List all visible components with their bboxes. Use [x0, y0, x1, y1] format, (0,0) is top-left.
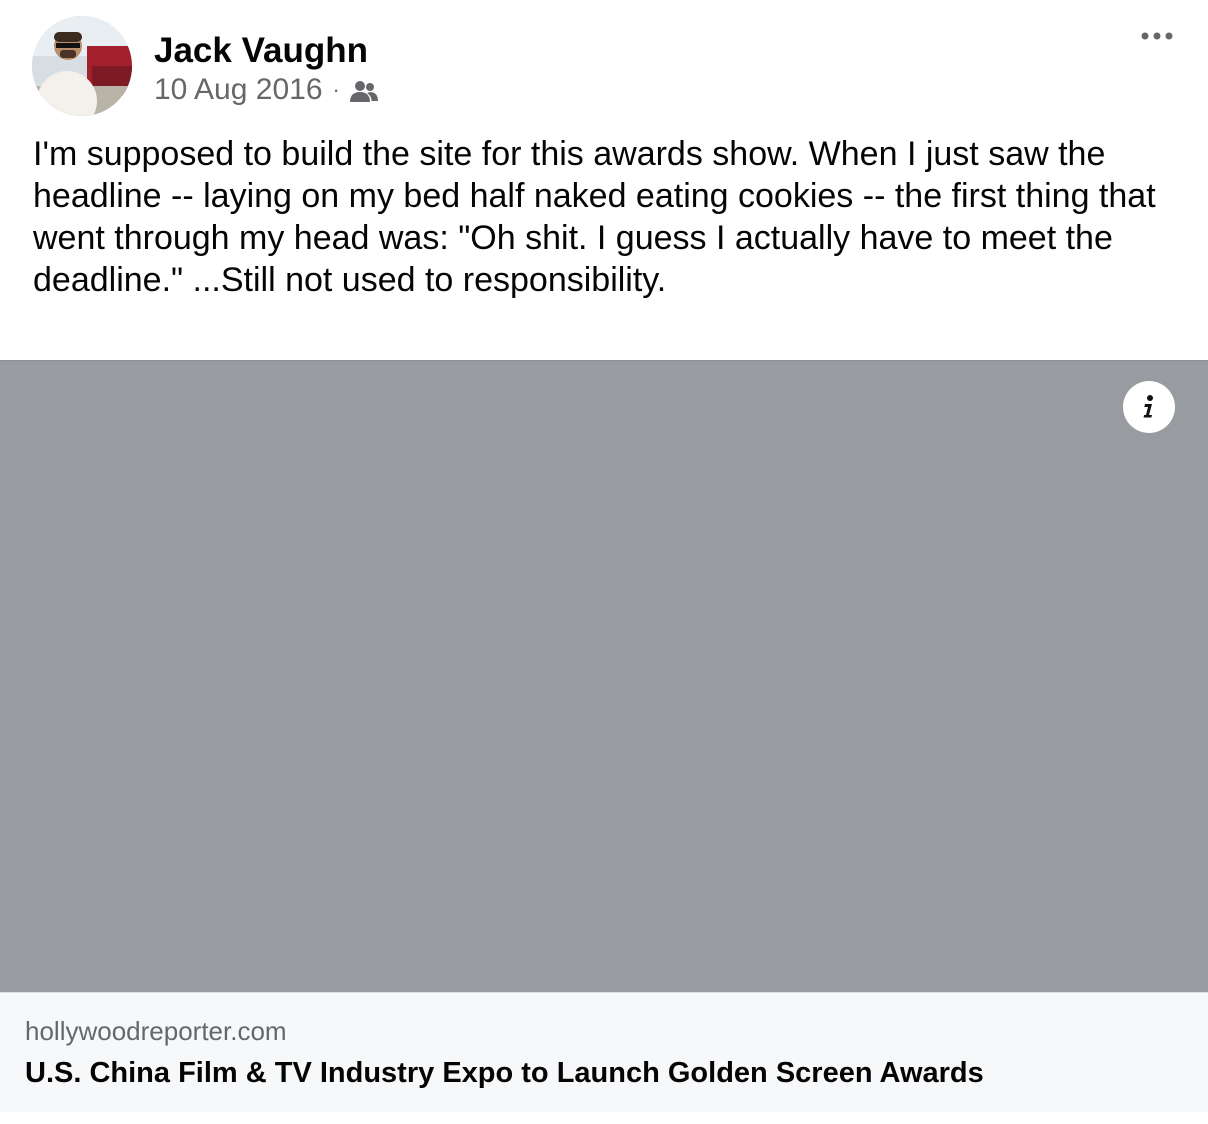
post-card: Jack Vaughn 10 Aug 2016 · I'm supposed t… [0, 0, 1208, 1124]
avatar-photo [32, 16, 132, 116]
post-date[interactable]: 10 Aug 2016 [154, 73, 323, 107]
post-meta: 10 Aug 2016 · [154, 72, 379, 108]
info-button[interactable] [1123, 381, 1175, 433]
link-preview-footer[interactable]: hollywoodreporter.com U.S. China Film & … [0, 992, 1208, 1112]
info-icon [1143, 395, 1153, 418]
post-text: I'm supposed to build the site for this … [33, 135, 1156, 299]
link-title[interactable]: U.S. China Film & TV Industry Expo to La… [25, 1055, 984, 1091]
link-domain: hollywoodreporter.com [25, 1016, 287, 1046]
post-header: Jack Vaughn 10 Aug 2016 · [0, 0, 1208, 130]
author-avatar[interactable] [32, 16, 132, 116]
more-options-button[interactable] [1130, 18, 1184, 54]
more-options-icon [1141, 32, 1173, 40]
friends-icon[interactable] [349, 78, 379, 102]
author-name[interactable]: Jack Vaughn [154, 30, 368, 72]
link-preview-image[interactable] [0, 360, 1208, 992]
meta-separator: · [332, 77, 340, 102]
